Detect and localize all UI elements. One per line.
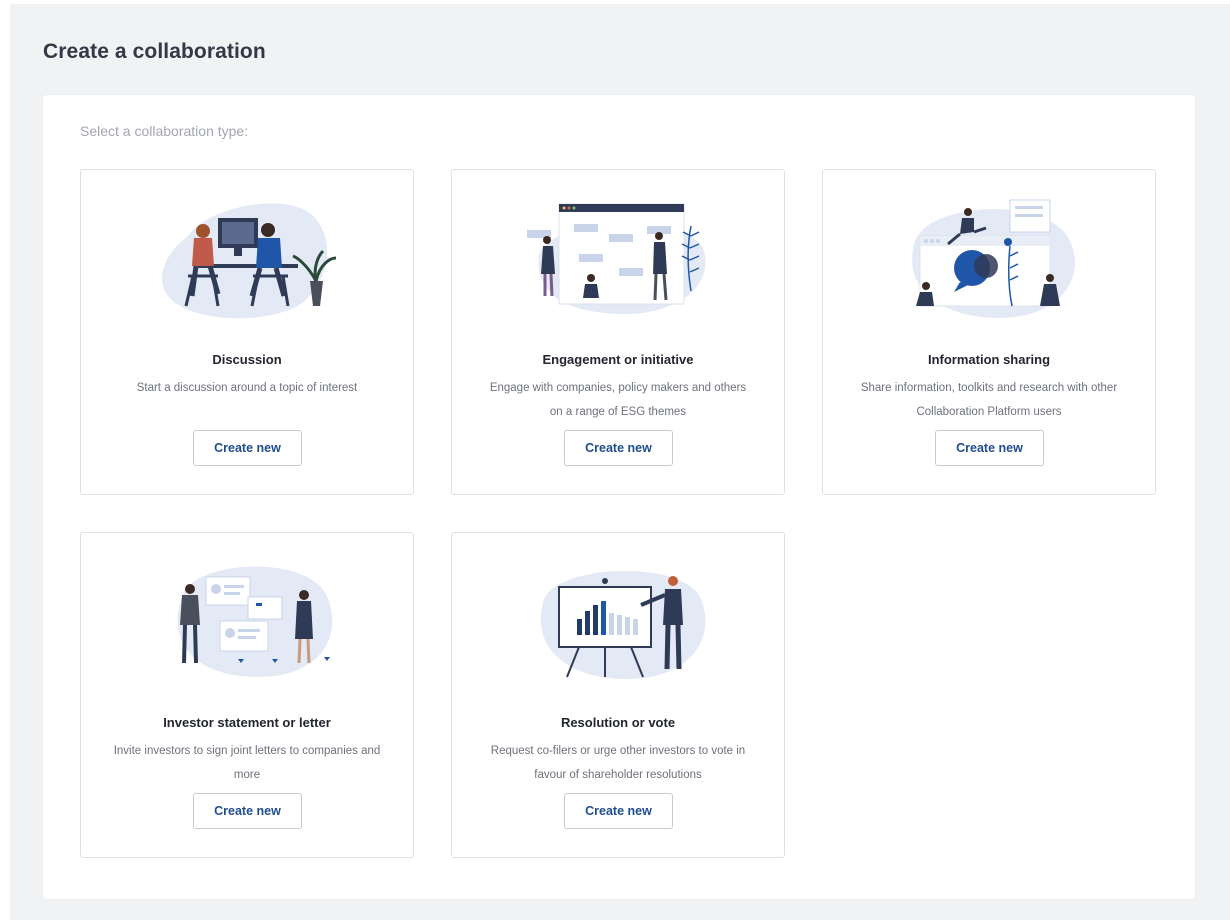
card-title: Investor statement or letter bbox=[163, 715, 331, 730]
resolution-vote-illustration-icon bbox=[452, 559, 786, 699]
card-resolution-vote: Resolution or vote Request co-filers or … bbox=[451, 532, 785, 858]
page-title: Create a collaboration bbox=[43, 40, 266, 63]
collaboration-type-panel: Select a collaboration type: Discussion … bbox=[43, 95, 1195, 899]
create-new-discussion-button[interactable]: Create new bbox=[193, 430, 302, 466]
engagement-illustration-icon bbox=[452, 196, 786, 336]
card-description: Share information, toolkits and research… bbox=[860, 382, 1118, 418]
information-sharing-illustration-icon bbox=[823, 196, 1157, 336]
card-title: Information sharing bbox=[927, 352, 1051, 367]
create-new-resolution-vote-button[interactable]: Create new bbox=[564, 793, 673, 829]
panel-subtitle: Select a collaboration type: bbox=[80, 123, 249, 139]
card-investor-statement: Investor statement or letter Invite inve… bbox=[80, 532, 414, 858]
card-description: Start a discussion around a topic of int… bbox=[136, 382, 358, 394]
create-new-engagement-button[interactable]: Create new bbox=[564, 430, 673, 466]
card-title: Engagement or initiative bbox=[542, 352, 694, 367]
create-new-investor-statement-button[interactable]: Create new bbox=[193, 793, 302, 829]
page: Create a collaboration Select a collabor… bbox=[10, 4, 1230, 920]
card-description: Invite investors to sign joint letters t… bbox=[113, 745, 381, 781]
card-engagement: Engagement or initiative Engage with com… bbox=[451, 169, 785, 495]
card-title: Discussion bbox=[212, 352, 282, 367]
card-description: Request co-filers or urge other investor… bbox=[490, 745, 746, 781]
create-new-information-sharing-button[interactable]: Create new bbox=[935, 430, 1044, 466]
card-information-sharing: Information sharing Share information, t… bbox=[822, 169, 1156, 495]
discussion-illustration-icon bbox=[81, 196, 415, 336]
investor-letter-illustration-icon bbox=[81, 559, 415, 699]
card-title: Resolution or vote bbox=[560, 715, 676, 730]
card-discussion: Discussion Start a discussion around a t… bbox=[80, 169, 414, 495]
card-description: Engage with companies, policy makers and… bbox=[489, 382, 747, 418]
